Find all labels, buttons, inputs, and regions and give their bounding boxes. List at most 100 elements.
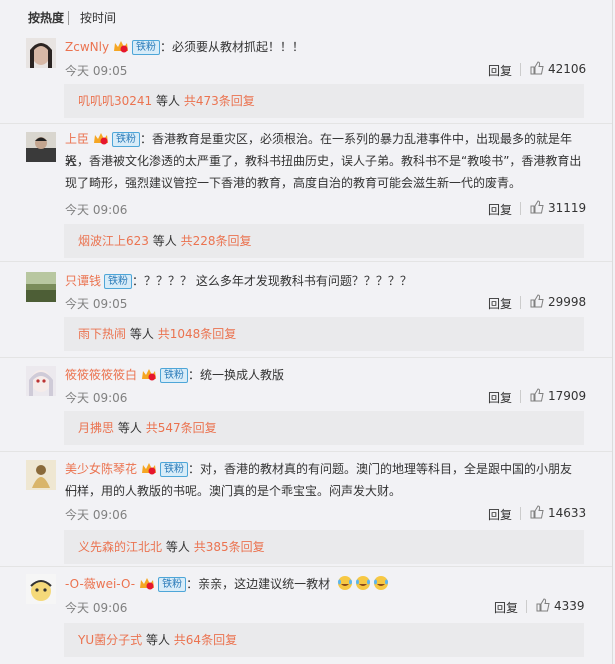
comment-meta: 今天 09:06 回复 4339 — [65, 597, 585, 616]
action-divider — [520, 202, 521, 215]
avatar[interactable] — [26, 574, 56, 604]
thumbs-up-icon — [530, 200, 544, 214]
reply-summary[interactable]: 义先森的江北北 等人 共385条回复 — [64, 530, 584, 564]
comment-item: 只谭钱 铁粉：？？？？ 这么多年才发现教科书有问题？？？？？ 今天 09:05 回… — [0, 272, 612, 352]
laugh-cry-emoji-icon — [373, 576, 388, 590]
like-count: 4339 — [554, 599, 585, 613]
reply-mid-text: 等人 — [117, 421, 142, 435]
reply-count[interactable]: 共547条回复 — [146, 421, 217, 435]
reply-count[interactable]: 共64条回复 — [174, 633, 237, 647]
reply-button[interactable]: 回复 — [494, 599, 518, 616]
comment-text: ZcwNly 铁粉 ：必须要从教材抓起！！！ — [65, 36, 584, 58]
comment-username[interactable]: ZcwNly — [65, 40, 109, 54]
thumbs-up-icon — [530, 388, 544, 402]
comment-username[interactable]: 只谭钱 — [65, 274, 101, 288]
comment-time: 今天 09:06 — [65, 508, 128, 522]
comment-text: -O-薇wei-O- 铁粉 ：亲亲，这边建议统一教材 — [65, 573, 584, 595]
comment-item: 筱筱筱筱筱白 铁粉 ：统一换成人教版 今天 09:06 回复 17909 月拂思 等… — [0, 366, 612, 446]
reply-button[interactable]: 回复 — [488, 62, 512, 79]
reply-mid-text: 等人 — [156, 94, 181, 108]
vip-crown-icon — [114, 41, 129, 53]
laugh-cry-emoji-icon — [355, 576, 370, 590]
comment-time: 今天 09:06 — [65, 391, 128, 405]
reply-button[interactable]: 回复 — [488, 506, 512, 523]
avatar[interactable] — [26, 132, 56, 162]
reply-count[interactable]: 共228条回复 — [181, 234, 252, 248]
comment-item: ZcwNly 铁粉 ：必须要从教材抓起！！！ 今天 09:05 回复 42106 叽… — [0, 38, 612, 118]
fan-badge[interactable]: 铁粉 — [160, 462, 189, 477]
reply-count[interactable]: 共385条回复 — [194, 540, 265, 554]
comment-body: ：统一换成人教版 — [188, 368, 285, 382]
reply-username[interactable]: 义先森的江北北 — [78, 540, 162, 554]
avatar[interactable] — [26, 366, 56, 396]
fan-badge[interactable]: 铁粉 — [160, 368, 189, 383]
comment-body: ：？？？？ 这么多年才发现教科书有问题？？？？？ — [132, 274, 412, 288]
vip-crown-icon — [142, 369, 157, 381]
thumbs-up-icon — [536, 598, 550, 612]
reply-button[interactable]: 回复 — [488, 295, 512, 312]
comment-username[interactable]: 美少女陈琴花 — [65, 462, 137, 476]
thumbs-up-icon — [530, 61, 544, 75]
comment-meta: 今天 09:05 回复 29998 — [65, 293, 586, 312]
comments-panel: 按热度 按时间 ZcwNly 铁粉 ：必须要从教材抓起！！！ 今天 09:05 回复… — [0, 0, 613, 664]
comment-time: 今天 09:05 — [65, 64, 128, 78]
reply-count[interactable]: 共473条回复 — [184, 94, 255, 108]
action-divider — [526, 600, 527, 613]
reply-summary[interactable]: 月拂思 等人 共547条回复 — [64, 411, 584, 445]
reply-mid-text: 等人 — [152, 234, 177, 248]
action-divider — [520, 390, 521, 403]
vip-crown-icon — [142, 463, 157, 475]
reply-count[interactable]: 共1048条回复 — [158, 327, 237, 341]
fan-badge[interactable]: 铁粉 — [104, 274, 133, 289]
action-divider — [520, 296, 521, 309]
comment-time: 今天 09:05 — [65, 297, 128, 311]
comment-username[interactable]: -O-薇wei-O- — [65, 577, 135, 591]
comment-meta: 今天 09:05 回复 42106 — [65, 60, 587, 79]
comment-item: 上臣 铁粉 ：香港教育是重灾区，必须根治。在一系列的暴力乱港事件中，出现最多的就是年… — [0, 132, 612, 258]
like-count: 42106 — [548, 62, 587, 76]
action-divider — [520, 507, 521, 520]
comment-meta: 今天 09:06 回复 17909 — [65, 387, 587, 406]
reply-username[interactable]: 月拂思 — [78, 421, 114, 435]
reply-username[interactable]: 雨下热闹 — [78, 327, 126, 341]
like-count: 17909 — [548, 389, 587, 403]
comment-text: 筱筱筱筱筱白 铁粉 ：统一换成人教版 — [65, 364, 584, 386]
comment-item: -O-薇wei-O- 铁粉 ：亲亲，这边建议统一教材 今天 09:06 回复 433… — [0, 574, 612, 664]
reply-username[interactable]: YU菌分子式 — [78, 633, 142, 647]
divider — [0, 566, 612, 567]
reply-username[interactable]: 叽叽叽30241 — [78, 94, 152, 108]
reply-summary[interactable]: YU菌分子式 等人 共64条回复 — [64, 623, 584, 657]
thumbs-up-icon — [530, 505, 544, 519]
sort-by-time-tab[interactable]: 按时间 — [80, 11, 116, 25]
avatar[interactable] — [26, 460, 56, 490]
reply-summary[interactable]: 雨下热闹 等人 共1048条回复 — [64, 317, 584, 351]
comment-meta: 今天 09:06 回复 14633 — [65, 504, 586, 523]
reply-username[interactable]: 烟波江上623 — [78, 234, 149, 248]
fan-badge[interactable]: 铁粉 — [112, 132, 141, 147]
avatar[interactable] — [26, 38, 56, 68]
fan-badge[interactable]: 铁粉 — [158, 577, 187, 592]
reply-summary[interactable]: 叽叽叽30241 等人 共473条回复 — [64, 84, 584, 118]
avatar[interactable] — [26, 272, 56, 302]
comment-item: 美少女陈琴花 铁粉 ：对，香港的教材真的有问题。澳门的地理等科目，全是跟中国的小朋友… — [0, 460, 612, 564]
comment-username[interactable]: 上臣 — [65, 132, 89, 146]
comment-time: 今天 09:06 — [65, 203, 128, 217]
laugh-cry-emoji-icon — [337, 576, 352, 590]
reply-button[interactable]: 回复 — [488, 201, 512, 218]
like-count: 31119 — [548, 201, 587, 215]
divider — [0, 261, 612, 262]
reply-button[interactable]: 回复 — [488, 389, 512, 406]
fan-badge[interactable]: 铁粉 — [132, 40, 161, 55]
divider — [0, 123, 612, 124]
reply-mid-text: 等人 — [165, 540, 190, 554]
thumbs-up-icon — [530, 294, 544, 308]
comment-body: ：必须要从教材抓起！！！ — [160, 40, 305, 54]
sort-by-hot-tab[interactable]: 按热度 — [28, 11, 64, 25]
comment-meta: 今天 09:06 回复 31119 — [65, 199, 587, 218]
vip-crown-icon — [94, 133, 109, 145]
sort-bar: 按热度 按时间 — [0, 0, 612, 36]
comment-body: ：亲亲，这边建议统一教材 — [186, 577, 331, 591]
reply-summary[interactable]: 烟波江上623 等人 共228条回复 — [64, 224, 584, 258]
comment-username[interactable]: 筱筱筱筱筱白 — [65, 368, 137, 382]
comment-body-line2: 一样，用的人教版的书呢。澳门真的是个乖宝宝。闷声发大财。 — [65, 484, 402, 498]
